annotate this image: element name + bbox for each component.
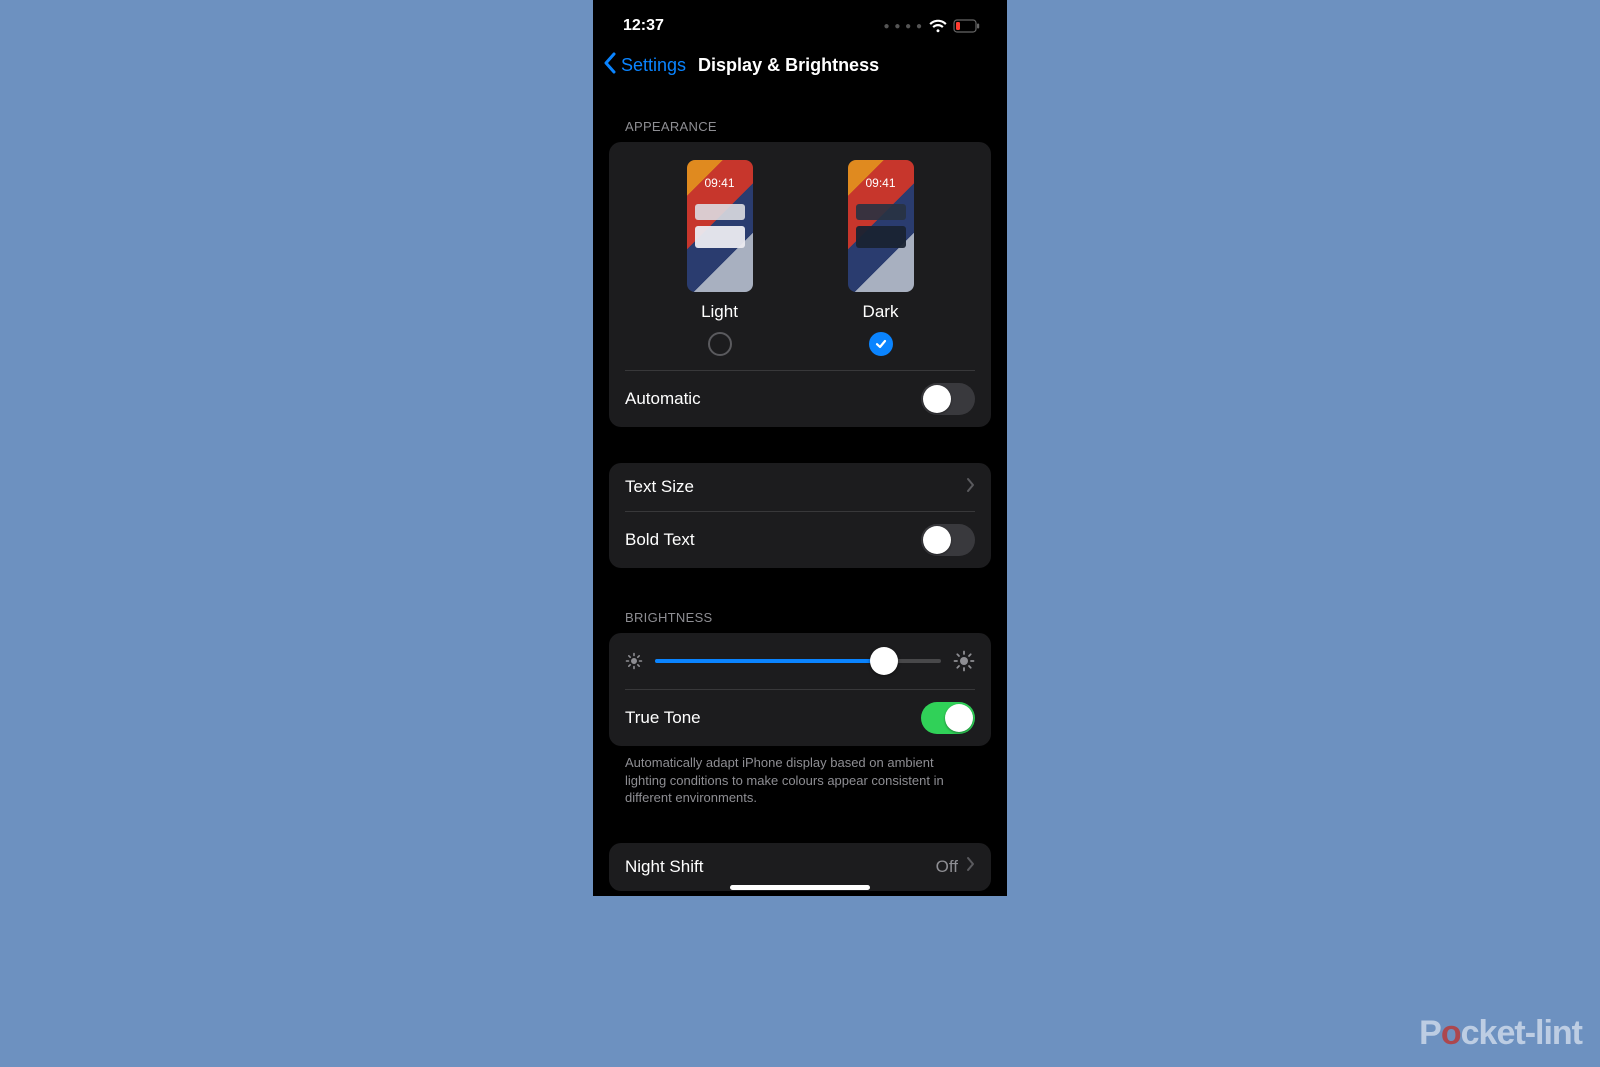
- content: APPEARANCE 09:41 Light 09:41: [593, 91, 1007, 891]
- preview-dark: 09:41: [848, 160, 914, 292]
- watermark: Pocket-lint: [1419, 1014, 1582, 1053]
- preview-widget: [695, 204, 745, 220]
- text-card: Text Size Bold Text: [609, 463, 991, 568]
- preview-widget: [856, 226, 906, 248]
- row-true-tone: True Tone: [609, 690, 991, 746]
- chevron-right-icon: [966, 477, 975, 498]
- sun-small-icon: [625, 652, 643, 670]
- chevron-right-icon: [966, 856, 975, 877]
- radio-dark[interactable]: [869, 332, 893, 356]
- battery-low-icon: [953, 19, 981, 33]
- home-indicator[interactable]: [730, 885, 870, 890]
- brightness-slider[interactable]: [655, 647, 941, 675]
- bold-text-label: Bold Text: [625, 530, 695, 550]
- back-button[interactable]: Settings: [621, 55, 686, 76]
- back-chevron-icon[interactable]: [603, 52, 617, 79]
- appearance-row: 09:41 Light 09:41 Dark: [609, 142, 991, 370]
- phone-frame: 12:37 ● ● ● ● Settings Display & Brightn…: [593, 0, 1007, 896]
- automatic-label: Automatic: [625, 389, 701, 409]
- appearance-label-dark: Dark: [863, 302, 899, 322]
- sun-large-icon: [953, 650, 975, 672]
- appearance-card: 09:41 Light 09:41 Dark: [609, 142, 991, 427]
- text-size-label: Text Size: [625, 477, 694, 497]
- status-time: 12:37: [623, 17, 664, 35]
- night-shift-card: Night Shift Off: [609, 843, 991, 891]
- row-text-size[interactable]: Text Size: [609, 463, 991, 511]
- night-shift-label: Night Shift: [625, 857, 703, 877]
- true-tone-toggle[interactable]: [921, 702, 975, 734]
- preview-time: 09:41: [848, 176, 914, 190]
- brightness-card: True Tone: [609, 633, 991, 746]
- true-tone-footer: Automatically adapt iPhone display based…: [609, 746, 991, 807]
- section-header-appearance: APPEARANCE: [609, 91, 991, 142]
- preview-widget: [695, 226, 745, 248]
- true-tone-label: True Tone: [625, 708, 701, 728]
- night-shift-value: Off: [936, 857, 958, 877]
- wifi-icon: [929, 19, 947, 33]
- bold-text-toggle[interactable]: [921, 524, 975, 556]
- radio-light[interactable]: [708, 332, 732, 356]
- page-title: Display & Brightness: [698, 55, 879, 76]
- preview-widget: [856, 204, 906, 220]
- appearance-label-light: Light: [701, 302, 738, 322]
- appearance-option-light[interactable]: 09:41 Light: [687, 160, 753, 356]
- status-bar: 12:37 ● ● ● ●: [593, 0, 1007, 44]
- appearance-option-dark[interactable]: 09:41 Dark: [848, 160, 914, 356]
- preview-time: 09:41: [687, 176, 753, 190]
- automatic-toggle[interactable]: [921, 383, 975, 415]
- brightness-slider-row: [609, 633, 991, 689]
- cellular-dots-icon: ● ● ● ●: [884, 21, 924, 32]
- row-night-shift[interactable]: Night Shift Off: [609, 843, 991, 891]
- row-automatic: Automatic: [609, 371, 991, 427]
- row-bold-text: Bold Text: [609, 512, 991, 568]
- status-right: ● ● ● ●: [884, 19, 982, 33]
- preview-light: 09:41: [687, 160, 753, 292]
- nav-header: Settings Display & Brightness: [593, 44, 1007, 91]
- section-header-brightness: BRIGHTNESS: [609, 568, 991, 633]
